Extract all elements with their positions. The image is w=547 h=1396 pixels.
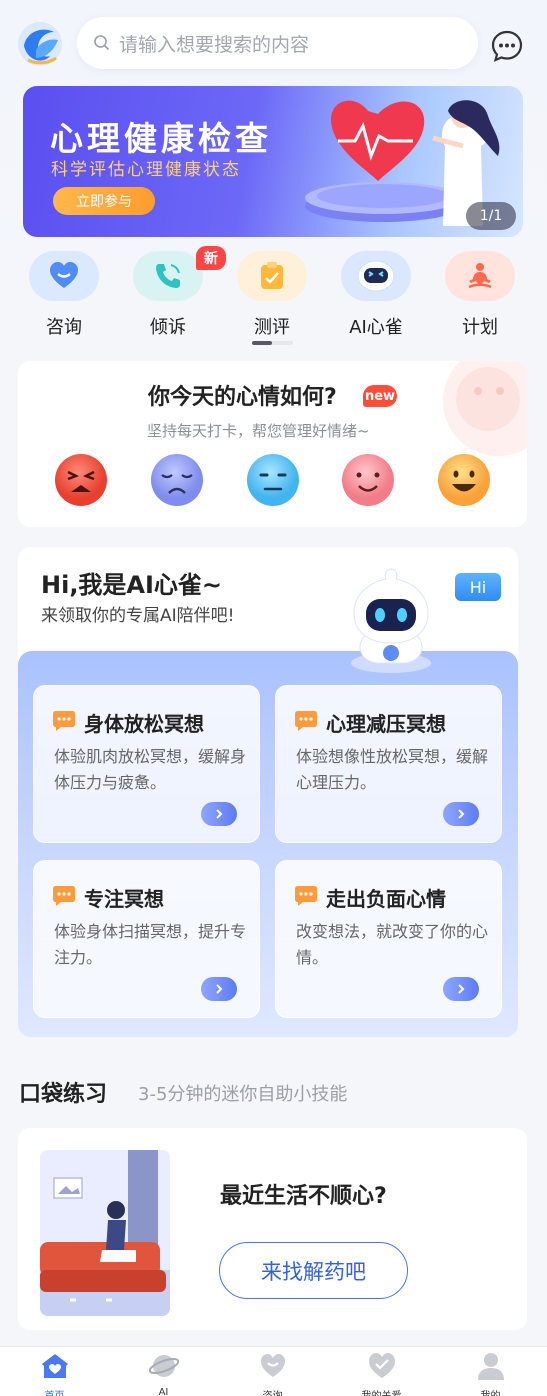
tab-label: AI [158, 1387, 169, 1396]
section-subtitle: 3-5分钟的迷你自助小技能 [138, 1084, 348, 1105]
tile-title: 专注冥想 [84, 887, 164, 911]
tab-mine[interactable]: 我的 [436, 1347, 545, 1396]
nav-ai-label: AI心雀 [349, 317, 403, 338]
tab-label: 首页 [0, 1387, 109, 1396]
tile-title: 身体放松冥想 [84, 712, 204, 736]
search-placeholder: 请输入想要搜索的内容 [119, 33, 310, 56]
mood-card: 你今天的心情如何? new 坚持每天打卡，帮您管理好情绪~ [18, 361, 527, 527]
nav-scroll-thumb [252, 341, 272, 345]
search-icon [94, 35, 110, 51]
tile-desc: 体验肌肉放松冥想，缓解身体压力与疲惫。 [54, 747, 247, 792]
home-icon [41, 1354, 68, 1378]
pocket-practice-card: 最近生活不顺心? 来找解药吧 [18, 1128, 527, 1330]
tile-title: 心理减压冥想 [326, 712, 446, 736]
nav-ai[interactable]: AI心雀 [336, 251, 416, 339]
banner-title: 心理健康检查 [50, 119, 272, 158]
nav-consult-label: 咨询 [46, 317, 82, 338]
robot-mascot-icon [351, 568, 431, 673]
chevron-right-icon[interactable] [443, 977, 479, 1001]
tab-label: 我的 [436, 1387, 545, 1396]
nav-assessment-label: 测评 [254, 317, 290, 338]
meditation-icon [445, 251, 515, 301]
pocket-question: 最近生活不顺心? [220, 1184, 387, 1209]
smile-face-icon[interactable] [341, 453, 395, 507]
nav-assessment[interactable]: 测评 [232, 251, 312, 339]
chat-bubble-icon [53, 886, 75, 906]
chat-bubble-icon [295, 886, 317, 906]
clipboard-icon [237, 251, 307, 301]
tab-label: 我的关爱 [327, 1387, 436, 1396]
tile-desc: 体验想像性放松冥想，缓解心理压力。 [296, 747, 489, 792]
banner-pager: 1/1 [466, 202, 516, 230]
chat-bubble-icon [53, 711, 75, 731]
tab-consult[interactable]: 咨询 [218, 1347, 327, 1396]
mood-title: 你今天的心情如何? [148, 385, 337, 410]
tile-title: 走出负面心情 [326, 887, 446, 911]
sad-face-icon[interactable] [150, 453, 204, 507]
nav-plan-label: 计划 [462, 317, 498, 338]
hi-badge: Hi [455, 573, 501, 601]
heart-chat-icon [29, 251, 99, 301]
robot-icon [341, 251, 411, 301]
bottom-tab-bar: 首页 AI 咨询 我的关爱 我的 [0, 1346, 547, 1396]
angry-face-icon[interactable] [54, 453, 108, 507]
ai-companion-card: Hi,我是AI心雀~ 来领取你的专属AI陪伴吧! Hi 身体放松冥想 体验肌肉放… [18, 547, 518, 1037]
planet-icon [148, 1355, 179, 1377]
user-icon [477, 1353, 504, 1380]
neutral-face-icon[interactable] [246, 453, 300, 507]
nav-plan[interactable]: 计划 [440, 251, 520, 339]
app-logo [16, 20, 64, 68]
meditation-tile-mind[interactable]: 心理减压冥想 体验想像性放松冥想，缓解心理压力。 [275, 685, 502, 843]
chevron-right-icon[interactable] [201, 977, 237, 1001]
tab-care[interactable]: 我的关爱 [327, 1347, 436, 1396]
find-remedy-button[interactable]: 来找解药吧 [219, 1242, 408, 1299]
section-title: 口袋练习 [19, 1082, 108, 1107]
chevron-right-icon[interactable] [201, 802, 237, 826]
chat-bubble-icon [295, 711, 317, 731]
tile-desc: 改变想法，就改变了你的心情。 [296, 922, 489, 967]
tab-label: 咨询 [218, 1387, 327, 1396]
join-now-button[interactable]: 立即参与 [53, 187, 155, 215]
tab-home[interactable]: 首页 [0, 1347, 109, 1396]
ai-subtitle: 来领取你的专属AI陪伴吧! [41, 606, 235, 626]
banner-subtitle: 科学评估心理健康状态 [51, 160, 241, 180]
nav-confide-label: 倾诉 [150, 317, 186, 338]
new-badge: 新 [196, 246, 226, 270]
meditation-tile-mood[interactable]: 走出负面心情 改变想法，就改变了你的心情。 [275, 860, 502, 1018]
chevron-right-icon[interactable] [443, 802, 479, 826]
tile-desc: 体验身体扫描冥想，提升专注力。 [54, 922, 247, 967]
ai-title: Hi,我是AI心雀~ [41, 571, 223, 599]
message-icon[interactable] [490, 29, 524, 63]
heart-icon [368, 1353, 395, 1378]
health-check-banner[interactable]: 心理健康检查 科学评估心理健康状态 立即参与 1/1 [23, 86, 523, 237]
search-input[interactable]: 请输入想要搜索的内容 [77, 17, 478, 69]
mood-subtitle: 坚持每天打卡，帮您管理好情绪~ [147, 422, 370, 440]
new-badge: new [363, 385, 397, 407]
phone-icon [133, 251, 203, 301]
happy-face-icon[interactable] [437, 453, 491, 507]
meditation-tile-focus[interactable]: 专注冥想 体验身体扫描冥想，提升专注力。 [33, 860, 260, 1018]
sofa-illustration-icon [40, 1150, 170, 1316]
heart-chat-icon [260, 1354, 285, 1377]
tab-ai[interactable]: AI [109, 1347, 218, 1396]
nav-consult[interactable]: 咨询 [24, 251, 104, 339]
meditation-tile-body[interactable]: 身体放松冥想 体验肌肉放松冥想，缓解身体压力与疲惫。 [33, 685, 260, 843]
